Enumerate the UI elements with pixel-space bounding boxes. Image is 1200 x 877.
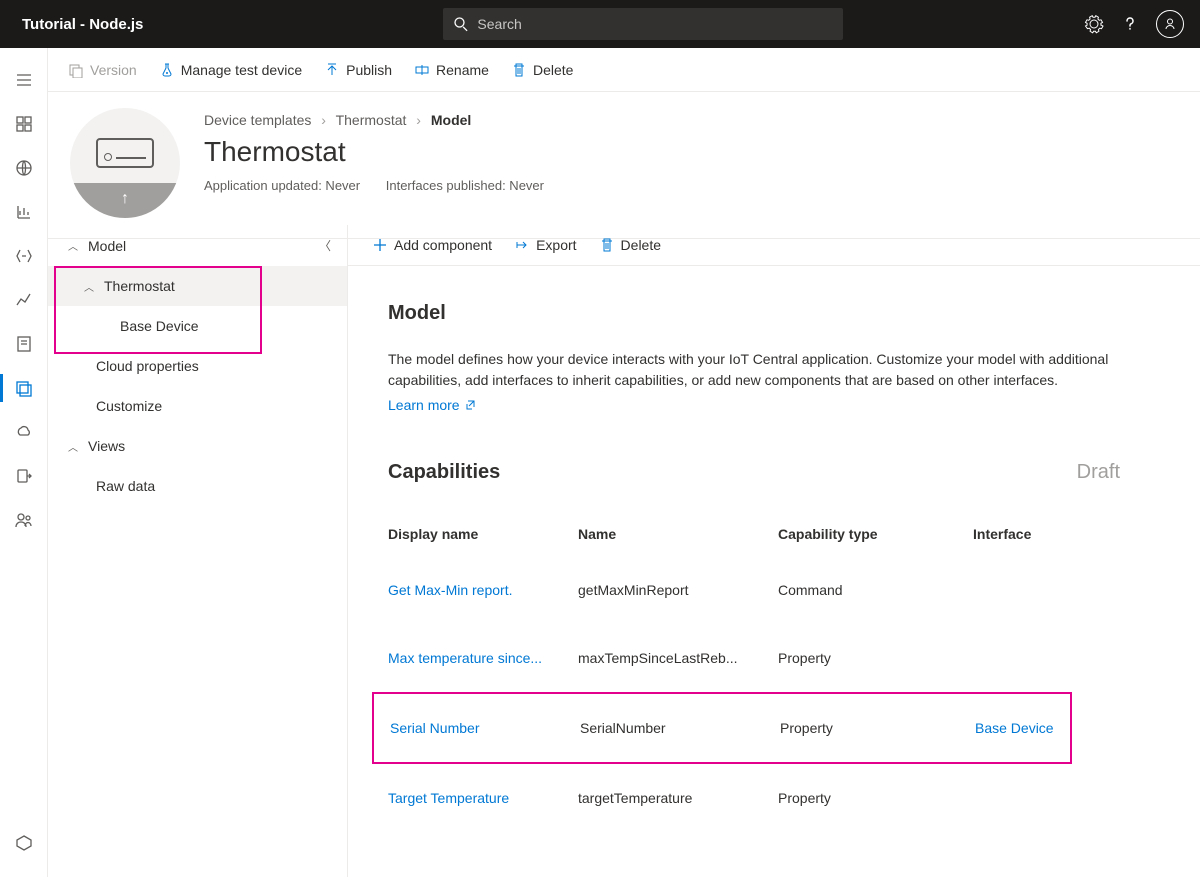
rail-globe[interactable] <box>0 146 48 190</box>
rename-icon <box>414 62 430 78</box>
cap-row[interactable]: Target Temperature targetTemperature Pro… <box>388 764 1160 832</box>
rail-devices-cloud[interactable] <box>0 410 48 454</box>
cap-display-link[interactable]: Serial Number <box>390 720 580 736</box>
draft-status: Draft <box>1077 461 1120 484</box>
trash-icon <box>599 237 615 253</box>
col-display: Display name <box>388 526 578 542</box>
search-input[interactable] <box>477 16 833 32</box>
rail-dashboard[interactable] <box>0 102 48 146</box>
top-header: Tutorial - Node.js <box>0 0 1200 48</box>
page-title: Thermostat <box>204 136 566 168</box>
cap-row[interactable]: Get Max-Min report. getMaxMinReport Comm… <box>388 556 1160 624</box>
device-icon[interactable]: ↑ <box>70 108 180 218</box>
rail-data-export[interactable] <box>0 454 48 498</box>
cap-display-link[interactable]: Target Temperature <box>388 790 578 806</box>
cmd-rename[interactable]: Rename <box>414 62 489 78</box>
flask-icon <box>159 62 175 78</box>
export-icon <box>514 237 530 253</box>
col-interface: Interface <box>973 526 1153 542</box>
person-icon <box>1163 17 1177 31</box>
app-title: Tutorial - Node.js <box>22 16 143 33</box>
collapse-panel-icon[interactable]: 〈 <box>319 237 331 254</box>
model-section-title: Model <box>388 302 1160 325</box>
delete-button[interactable]: Delete <box>599 237 661 253</box>
rail-admin[interactable] <box>0 498 48 542</box>
rail-device-templates[interactable] <box>0 366 48 410</box>
user-avatar[interactable] <box>1156 10 1184 38</box>
publish-icon <box>324 62 340 78</box>
export-button[interactable]: Export <box>514 237 576 253</box>
breadcrumb-current: Model <box>431 112 471 128</box>
rail-hamburger[interactable] <box>0 58 48 102</box>
content-toolbar: Add component Export Delete <box>348 225 1200 266</box>
content-area: Add component Export Delete Model The mo… <box>348 225 1200 877</box>
chevron-up-icon: ︿ <box>68 238 78 253</box>
command-bar: Version Manage test device Publish Renam… <box>48 48 1200 92</box>
tree-customize[interactable]: Customize <box>48 386 347 426</box>
rail-chart[interactable] <box>0 190 48 234</box>
header-meta: Application updated: Never Interfaces pu… <box>204 178 566 193</box>
breadcrumb-device-templates[interactable]: Device templates <box>204 112 311 128</box>
search-icon <box>453 16 469 32</box>
rail-jobs[interactable] <box>0 322 48 366</box>
learn-more-link[interactable]: Learn more <box>388 397 476 413</box>
cap-header-row: Display name Name Capability type Interf… <box>388 512 1160 556</box>
col-type: Capability type <box>778 526 973 542</box>
highlight-box-tree <box>54 266 262 354</box>
tree-model-header[interactable]: ︿ Model 〈 <box>48 225 347 266</box>
cmd-manage-test-device[interactable]: Manage test device <box>159 62 302 78</box>
cmd-version[interactable]: Version <box>68 62 137 78</box>
capabilities-title: Capabilities <box>388 461 500 484</box>
col-name: Name <box>578 526 778 542</box>
cap-display-link[interactable]: Max temperature since... <box>388 650 578 666</box>
cap-interface-link[interactable]: Base Device <box>975 720 1155 736</box>
help-icon[interactable] <box>1120 14 1140 34</box>
rail-rules[interactable] <box>0 234 48 278</box>
tree-raw-data[interactable]: Raw data <box>48 466 347 506</box>
upload-arrow-icon: ↑ <box>121 190 129 208</box>
chevron-up-icon: ︿ <box>68 439 78 454</box>
external-link-icon <box>464 399 476 411</box>
version-icon <box>68 62 84 78</box>
tree-views[interactable]: ︿ Views <box>48 426 347 466</box>
cap-display-link[interactable]: Get Max-Min report. <box>388 582 578 598</box>
delete-icon <box>511 62 527 78</box>
plus-icon <box>372 237 388 253</box>
breadcrumb: Device templates › Thermostat › Model <box>204 112 566 128</box>
icon-rail <box>0 48 48 877</box>
rail-bottom[interactable] <box>0 821 48 865</box>
search-box[interactable] <box>443 8 843 40</box>
add-component-button[interactable]: Add component <box>372 237 492 253</box>
settings-icon[interactable] <box>1084 14 1104 34</box>
cap-row-highlighted[interactable]: Serial Number SerialNumber Property Base… <box>372 692 1072 764</box>
cmd-publish[interactable]: Publish <box>324 62 392 78</box>
cap-row[interactable]: Max temperature since... maxTempSinceLas… <box>388 624 1160 692</box>
breadcrumb-thermostat[interactable]: Thermostat <box>336 112 407 128</box>
rail-analytics[interactable] <box>0 278 48 322</box>
model-description: The model defines how your device intera… <box>388 349 1148 391</box>
cmd-delete[interactable]: Delete <box>511 62 573 78</box>
tree-panel: ︿ Model 〈 ︿ Thermostat Base Device Cloud… <box>48 225 348 877</box>
capabilities-table: Display name Name Capability type Interf… <box>388 512 1160 832</box>
template-header: ↑ Device templates › Thermostat › Model … <box>48 92 1200 239</box>
